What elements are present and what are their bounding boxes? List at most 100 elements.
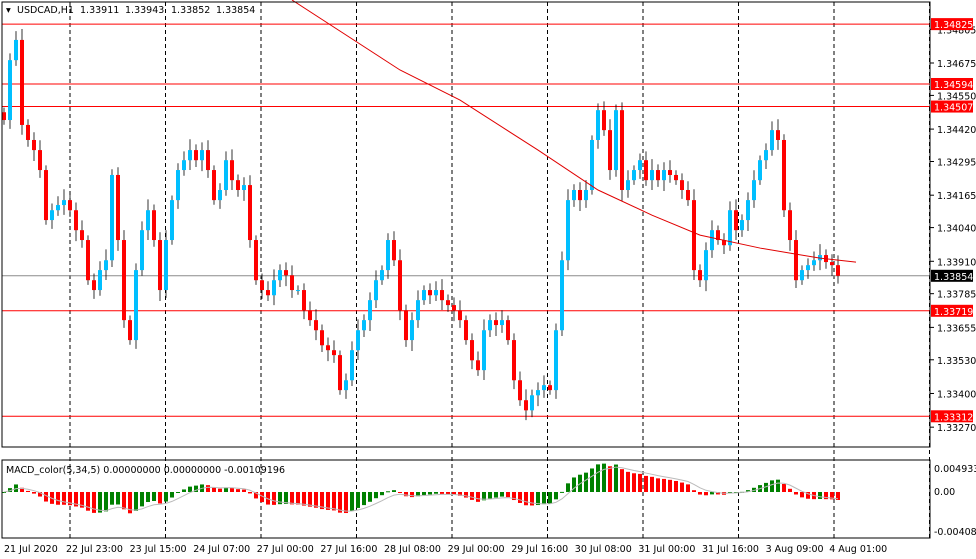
candle-bearish [314,320,318,331]
candle-bearish [794,240,798,281]
candle-bearish [116,174,120,241]
macd-histogram-bar [392,490,396,492]
candle-bearish [734,210,738,231]
time-label: 27 Jul 16:00 [320,544,377,555]
candle-bearish [152,210,156,241]
candle-bearish [458,310,462,321]
macd-histogram-bar [644,475,648,492]
candle-bullish [746,200,750,221]
candle-bearish [158,240,162,291]
macd-histogram-bar [170,492,174,498]
macd-histogram-bar [542,492,546,505]
macd-histogram-bar [386,491,390,493]
macd-histogram-bar [146,492,150,503]
candle-bullish [224,160,228,191]
macd-histogram-bar [122,492,126,510]
time-label: 30 Jul 08:00 [575,544,632,555]
price-tick-label: 1.34420 [937,125,976,136]
candle-bullish [98,270,102,291]
chart-window[interactable]: 1.34805 1.34675 1.34550 1.34420 1.34295 1.341… [0,0,976,559]
candle-bullish [530,395,534,411]
macd-histogram-bar [818,492,822,499]
macd-histogram-bar [152,492,156,501]
candle-bullish [626,180,630,191]
candle-bullish [752,180,756,201]
macd-histogram-bar [782,483,786,492]
candle-bullish [134,270,138,341]
macd-histogram-bar [242,489,246,492]
macd-histogram-bar [608,466,612,492]
candle-bearish [320,330,324,346]
candle-bearish [2,112,6,121]
candle-bullish [182,160,186,171]
candle-bearish [512,340,516,381]
candle-bearish [326,345,330,351]
candle-bullish [278,270,282,281]
candle-bullish [572,190,576,201]
macd-histogram-bar [56,492,60,505]
candle-bullish [104,260,108,271]
candle-bearish [692,200,696,271]
candle-bearish [80,230,84,241]
macd-histogram-bar [230,488,234,492]
macd-histogram-bar [602,463,606,492]
candle-bearish [776,130,780,140]
candle-bearish [122,240,126,321]
candle-bullish [50,210,54,221]
price-tick-label: 1.33655 [937,323,976,334]
dropdown-triangle-icon[interactable]: ▾ [6,5,11,16]
candle-bearish [260,280,264,291]
candle-bullish [596,110,600,140]
candle-bearish [68,200,72,211]
candle-bullish [422,290,426,301]
candle-bullish [56,205,60,211]
macd-histogram-bar [488,492,492,499]
macd-histogram-bar [554,492,558,500]
macd-histogram-bar [296,492,300,505]
macd-label: MACD_color(5,34,5) 0.00000000 0.00000000… [6,465,285,476]
macd-histogram-bar [590,468,594,492]
candle-bearish [578,190,582,201]
macd-min: -0.0040807 [934,527,976,538]
candle-bullish [566,200,570,261]
candle-bullish [560,260,564,331]
candle-bullish [62,200,66,206]
macd-histogram-bar [632,473,636,492]
time-label: 27 Jul 00:00 [257,544,314,555]
macd-histogram-bar [668,479,672,492]
candle-bullish [374,280,378,301]
macd-histogram-bar [596,464,600,492]
candle-bullish [140,230,144,271]
candle-bearish [20,39,24,125]
macd-histogram-bar [158,492,162,504]
candle-bearish [206,150,210,171]
candle-bearish [230,160,234,181]
candle-bullish [14,39,18,61]
candle-bearish [476,360,480,371]
time-label: 28 Jul 08:00 [384,544,441,555]
price-tick-label: 1.34040 [937,224,976,235]
macd-histogram-bar [506,492,510,498]
candle-bullish [380,270,384,281]
candle-bearish [236,180,240,191]
candle-bullish [242,185,246,191]
candle-bullish [584,190,588,201]
macd-histogram-bar [134,492,138,511]
candle-bearish [674,174,678,181]
candle-bullish [356,330,360,351]
macd-histogram-bar [638,473,642,492]
macd-histogram-bar [116,492,120,505]
candle-bullish [590,139,594,191]
macd-histogram-bar [680,482,684,492]
candle-bullish [614,110,618,171]
candle-bearish [290,275,294,291]
candle-bearish [86,240,90,281]
time-label: 4 Aug 01:00 [829,544,887,555]
symbol-label: USDCAD,H1 [17,5,74,16]
chart-canvas[interactable]: 1.348051.346751.345501.344201.342951.341… [0,0,976,559]
candle-bullish [536,390,540,396]
candle-bullish [434,290,438,296]
open-value: 1.33911 [80,5,119,16]
candle-bullish [188,150,192,161]
macd-histogram-bar [464,492,468,498]
